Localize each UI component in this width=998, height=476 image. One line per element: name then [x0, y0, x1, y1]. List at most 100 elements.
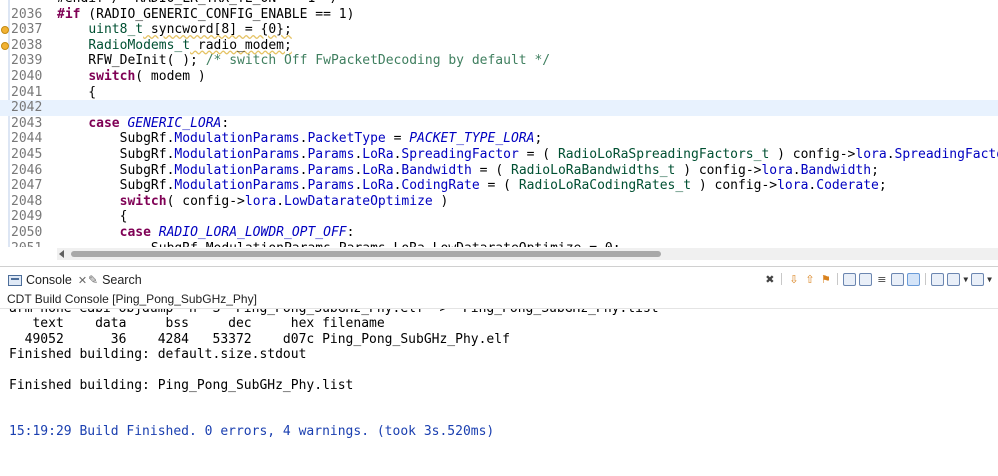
code-text: {: [57, 209, 128, 225]
code-token: SpreadingFactor;: [894, 146, 998, 162]
code-line[interactable]: 2038 RadioModems_t radio_modem;: [0, 38, 998, 54]
display-console-dropdown-icon[interactable]: ▼: [963, 275, 968, 284]
code-token: ModulationParams: [174, 146, 300, 162]
code-token: lora: [244, 193, 277, 209]
code-token: SubgRf.: [57, 131, 175, 147]
console-output[interactable]: arm-none-eabi-objdump -h -S Ping_Pong_Su…: [0, 308, 998, 476]
code-line[interactable]: 2049 {: [0, 209, 998, 225]
code-line[interactable]: 2037 uint8_t syncword[8] = {0};: [0, 22, 998, 38]
code-token: /* switch Off FwPacketDecoding by defaul…: [205, 53, 551, 69]
scrollbar-thumb[interactable]: [71, 251, 661, 257]
close-icon[interactable]: ✕: [78, 274, 87, 287]
code-line[interactable]: 2040 switch( modem ): [0, 69, 998, 85]
new-console-dropdown-icon[interactable]: ▼: [987, 275, 992, 284]
code-token: ;: [871, 162, 879, 178]
code-text: SubgRf.ModulationParams.Params.LoRa.Band…: [57, 163, 879, 179]
line-number: 2038: [11, 37, 43, 53]
code-lines: #endif /* RADIO_LR_TRX_TE_ON == 1 */2036…: [0, 0, 998, 247]
code-token: = (: [479, 178, 519, 194]
code-token: =: [385, 131, 410, 147]
code-line[interactable]: 2046 SubgRf.ModulationParams.Params.LoRa…: [0, 163, 998, 179]
code-token: :: [221, 115, 230, 131]
code-text: case GENERIC_LORA:: [57, 116, 229, 132]
code-token: uint8_t: [88, 22, 144, 38]
code-token: {: [57, 209, 128, 225]
warning-marker-icon[interactable]: [1, 26, 9, 35]
show-console-icon[interactable]: [907, 272, 921, 286]
code-line[interactable]: 2042: [0, 100, 998, 116]
code-line[interactable]: 2047 SubgRf.ModulationParams.Params.LoRa…: [0, 178, 998, 194]
code-text: {: [57, 85, 96, 101]
line-number: 2051: [11, 241, 51, 248]
code-line[interactable]: #endif /* RADIO_LR_TRX_TE_ON == 1 */: [0, 0, 998, 7]
copy-build-log-icon[interactable]: [843, 272, 857, 286]
code-line[interactable]: 2045 SubgRf.ModulationParams.Params.LoRa…: [0, 147, 998, 163]
line-number: 2050: [11, 224, 43, 240]
code-text: switch( modem ): [57, 69, 205, 85]
code-token: .: [792, 162, 801, 178]
code-text: RadioModems_t radio_modem;: [57, 38, 292, 54]
code-line[interactable]: 2043 case GENERIC_LORA:: [0, 116, 998, 132]
code-line[interactable]: 2050 case RADIO_LORA_LOWDR_OPT_OFF:: [0, 225, 998, 241]
code-token: ModulationParams: [174, 131, 300, 147]
editor-horizontal-scrollbar[interactable]: [57, 248, 998, 260]
code-line[interactable]: 2041 {: [0, 85, 998, 101]
console-title: CDT Build Console [Ping_Pong_SubGHz_Phy]: [0, 291, 998, 307]
new-console-icon[interactable]: [971, 272, 985, 286]
line-number: 2039: [11, 53, 43, 69]
code-token: LoRa: [362, 162, 394, 178]
code-token: RadioLoRaCodingRates_t: [518, 178, 692, 194]
code-token: case: [88, 115, 120, 131]
open-console-icon[interactable]: [931, 272, 945, 286]
code-token: Params: [307, 162, 355, 178]
code-token: lora: [761, 162, 793, 178]
pin-console-icon[interactable]: [891, 272, 905, 286]
clear-console-icon[interactable]: ✖: [763, 273, 776, 286]
code-token: .: [276, 193, 285, 209]
code-token: ( config->: [166, 193, 245, 209]
code-token: SubgRf.: [57, 178, 175, 194]
code-token: LoRa: [362, 146, 394, 162]
code-line[interactable]: 2044 SubgRf.ModulationParams.PacketType …: [0, 131, 998, 147]
code-text: switch( config->lora.LowDatarateOptimize…: [57, 193, 449, 210]
tab-search[interactable]: ✎ Search: [88, 271, 142, 289]
line-number: 2045: [11, 146, 43, 162]
toolbar-separator: [781, 273, 783, 285]
display-console-icon[interactable]: [947, 272, 961, 286]
code-token: ) config->: [769, 146, 856, 162]
code-line[interactable]: 2051 SubgRf.ModulationParams.Params.LoRa…: [0, 241, 998, 248]
code-line[interactable]: 2036 #if (RADIO_GENERIC_CONFIG_ENABLE == …: [0, 7, 998, 23]
code-token: :: [346, 224, 355, 240]
tab-console[interactable]: Console ✕: [8, 271, 87, 289]
code-token: switch: [119, 193, 167, 209]
code-token: SubgRf.: [57, 146, 175, 162]
show-error-icon[interactable]: ⚑: [819, 273, 832, 286]
next-error-icon[interactable]: ⇩: [787, 273, 800, 286]
code-token: RFW_DeInit( );: [57, 53, 206, 69]
code-token: PacketType: [307, 131, 386, 147]
code-line[interactable]: 2039 RFW_DeInit( ); /* switch Off FwPack…: [0, 53, 998, 69]
console-icon: [8, 274, 22, 286]
code-token: SpreadingFactor: [401, 146, 519, 162]
toolbar-separator: [837, 273, 839, 285]
code-token: GENERIC_LORA: [127, 115, 222, 131]
code-token: (RADIO_GENERIC_CONFIG_ENABLE == 1): [80, 6, 355, 22]
code-editor[interactable]: #endif /* RADIO_LR_TRX_TE_ON == 1 */2036…: [0, 0, 998, 247]
line-number: 2049: [11, 209, 43, 225]
previous-error-icon[interactable]: ⇧: [803, 273, 816, 286]
code-token: SubgRf.ModulationParams.Params.LoRa.LowD…: [57, 241, 621, 248]
code-line[interactable]: 2048 switch( config->lora.LowDatarateOpt…: [0, 194, 998, 210]
code-token: ;: [878, 178, 887, 194]
scroll-lock-icon[interactable]: [859, 272, 873, 286]
word-wrap-icon[interactable]: ≡: [875, 273, 888, 286]
line-number: 2042: [11, 100, 43, 116]
code-token: RadioModems_t: [88, 37, 191, 53]
line-number: 2047: [11, 178, 43, 194]
code-token: LowDatarateOptimize: [284, 193, 433, 209]
warning-marker-icon[interactable]: [1, 41, 9, 50]
scroll-left-arrow-icon[interactable]: [59, 250, 64, 258]
